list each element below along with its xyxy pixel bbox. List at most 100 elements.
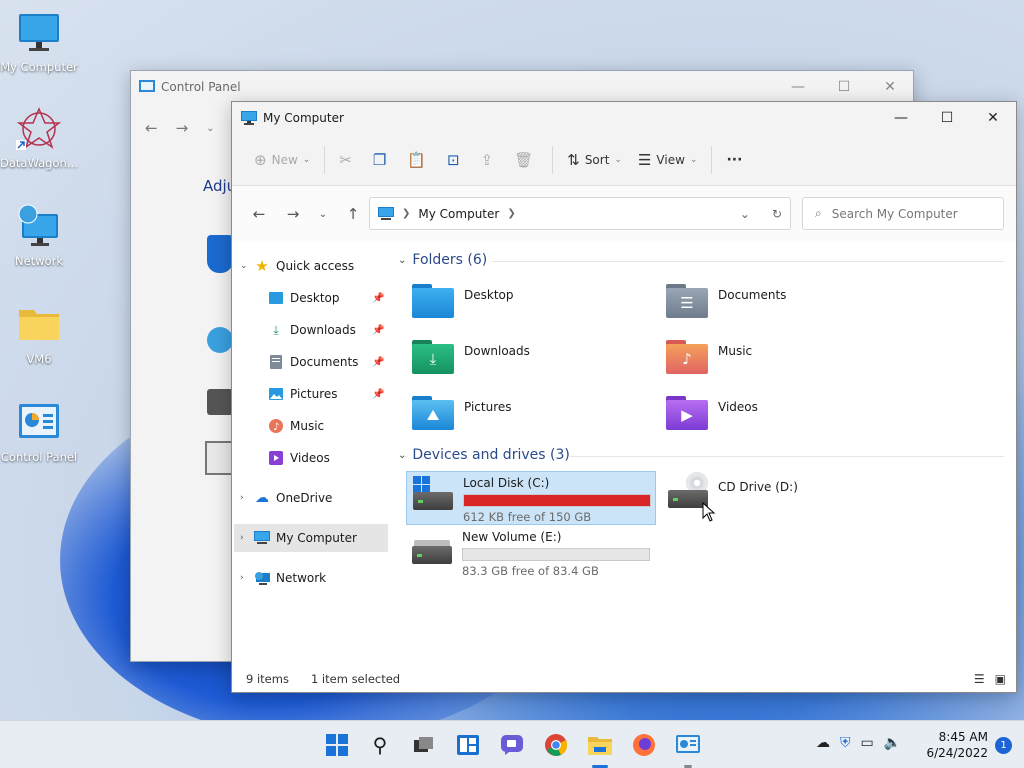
- search-box[interactable]: ⌕ Search My Computer: [802, 197, 1004, 230]
- collapsed-chevron-icon[interactable]: ›: [240, 533, 254, 543]
- tiles-view-icon[interactable]: ▣: [995, 672, 1006, 686]
- folder-icon: [16, 302, 62, 348]
- chat-button[interactable]: [498, 731, 526, 759]
- sidebar-item-pictures[interactable]: Pictures 📌: [268, 380, 392, 408]
- sidebar-item-network[interactable]: › Network: [240, 564, 326, 592]
- desktop-icon-datawagon[interactable]: DataWagon…: [0, 106, 78, 170]
- downloads-folder-icon: ⤓: [412, 338, 456, 374]
- folder-pictures[interactable]: ⛰ Pictures: [412, 394, 652, 440]
- close-button[interactable]: ✕: [867, 71, 913, 103]
- share-icon: ⇪: [480, 150, 494, 169]
- hard-drive-icon: [410, 528, 454, 572]
- sort-button[interactable]: ⇅ Sort ⌄: [559, 143, 630, 177]
- monitor-small-icon: [241, 111, 257, 125]
- firefox-button[interactable]: [630, 731, 658, 759]
- my-computer-window[interactable]: My Computer — ☐ ✕ ⊕ New ⌄ ✂ ❐ 📋 ⊡ ⇪ 🗑 ⇅ Sor…: [231, 101, 1017, 693]
- network-status-icon[interactable]: ▭: [861, 735, 874, 751]
- sidebar-item-documents[interactable]: Documents 📌: [268, 348, 392, 376]
- desktop-icon-vm6[interactable]: VM6: [0, 302, 78, 366]
- documents-folder-icon: ☰: [666, 282, 710, 318]
- pin-icon[interactable]: 📌: [372, 357, 384, 368]
- security-shield-icon[interactable]: ⛨: [840, 735, 851, 751]
- network-icon: [16, 204, 62, 250]
- breadcrumb-my-computer[interactable]: My Computer: [418, 207, 499, 221]
- folder-videos[interactable]: ▶ Videos: [666, 394, 906, 440]
- desktop-icon-network[interactable]: Network: [0, 204, 78, 268]
- paste-button[interactable]: 📋: [399, 143, 439, 177]
- task-view-button[interactable]: [410, 731, 438, 759]
- minimize-button[interactable]: —: [878, 102, 924, 134]
- file-explorer-icon: [588, 737, 612, 755]
- details-view-icon[interactable]: ☰: [974, 672, 985, 686]
- monitor-icon: [254, 530, 270, 546]
- recent-chevron-icon[interactable]: ⌄: [310, 209, 336, 220]
- shield-icon: [207, 235, 233, 273]
- close-button[interactable]: ✕: [970, 102, 1016, 134]
- rename-button[interactable]: ⊡: [439, 143, 473, 177]
- forward-arrow-icon[interactable]: →: [176, 119, 189, 137]
- maximize-button[interactable]: ☐: [821, 71, 867, 103]
- cut-button[interactable]: ✂: [331, 143, 365, 177]
- pin-icon[interactable]: 📌: [372, 293, 384, 304]
- widgets-button[interactable]: [454, 731, 482, 759]
- collapsed-chevron-icon[interactable]: ›: [240, 573, 254, 583]
- view-button[interactable]: ☰ View ⌄: [630, 143, 705, 177]
- up-arrow-icon[interactable]: ↑: [336, 205, 370, 223]
- folder-music[interactable]: ♪ Music: [666, 338, 906, 384]
- sort-arrows-icon: ⇅: [567, 150, 580, 169]
- folder-documents[interactable]: ☰ Documents: [666, 282, 906, 328]
- desktop-icon-control-panel[interactable]: Control Panel: [0, 400, 78, 464]
- sidebar-item-downloads[interactable]: ⤓ Downloads 📌: [268, 316, 392, 344]
- copy-button[interactable]: ❐: [365, 143, 399, 177]
- search-button[interactable]: ⚲: [366, 731, 394, 759]
- sidebar-item-my-computer[interactable]: › My Computer: [234, 524, 388, 552]
- sidebar-item-quick-access[interactable]: ⌄ ★ Quick access: [240, 252, 354, 280]
- monitor-small-icon: [378, 206, 394, 220]
- back-arrow-icon[interactable]: ←: [242, 205, 276, 223]
- minimize-button[interactable]: —: [775, 71, 821, 103]
- refresh-icon[interactable]: ↻: [772, 207, 782, 221]
- pin-icon[interactable]: 📌: [372, 389, 384, 400]
- expanded-chevron-icon[interactable]: ⌄: [240, 261, 254, 271]
- cloud-offline-icon[interactable]: ☁: [816, 735, 830, 751]
- delete-button[interactable]: 🗑: [506, 143, 546, 177]
- collapsed-chevron-icon[interactable]: ›: [240, 493, 254, 503]
- share-button[interactable]: ⇪: [473, 143, 507, 177]
- download-arrow-icon: ⤓: [273, 322, 279, 337]
- drive-new-volume-e[interactable]: New Volume (E:) 83.3 GB free of 83.4 GB: [410, 528, 660, 582]
- volume-icon[interactable]: 🔈: [884, 735, 901, 751]
- drive-usage-bar: [463, 494, 651, 507]
- folder-downloads[interactable]: ⤓ Downloads: [412, 338, 652, 384]
- folder-desktop[interactable]: Desktop: [412, 282, 652, 328]
- selection-count: 1 item selected: [310, 672, 401, 686]
- desktop-icon-my-computer[interactable]: My Computer: [0, 10, 78, 74]
- file-explorer-button[interactable]: [586, 731, 614, 759]
- more-options-button[interactable]: ···: [718, 143, 750, 177]
- drive-name: Local Disk (C:): [463, 476, 550, 490]
- chrome-button[interactable]: [542, 731, 570, 759]
- start-button[interactable]: [323, 731, 351, 759]
- drive-free-space: 612 KB free of 150 GB: [463, 510, 592, 524]
- desktop-folder-icon: [412, 282, 456, 318]
- folders-group-header[interactable]: ⌄ Folders (6): [398, 252, 487, 268]
- address-bar[interactable]: ❯ My Computer ❯ ⌄ ↻: [369, 197, 791, 230]
- new-button[interactable]: ⊕ New ⌄: [246, 143, 318, 177]
- back-arrow-icon[interactable]: ←: [145, 119, 158, 137]
- sidebar-item-music[interactable]: ♪ Music: [268, 412, 324, 440]
- notification-badge[interactable]: 1: [995, 737, 1012, 754]
- breadcrumb-chevron-icon[interactable]: ❯: [507, 208, 515, 219]
- document-icon: [268, 354, 284, 370]
- sidebar-item-onedrive[interactable]: › ☁ OneDrive: [240, 484, 332, 512]
- sidebar-item-desktop[interactable]: Desktop 📌: [268, 284, 392, 312]
- drives-group-header[interactable]: ⌄ Devices and drives (3): [398, 447, 570, 463]
- address-dropdown-icon[interactable]: ⌄: [740, 207, 750, 221]
- maximize-button[interactable]: ☐: [924, 102, 970, 134]
- control-panel-taskbar-button[interactable]: [674, 731, 702, 759]
- drive-local-disk-c[interactable]: Local Disk (C:) 612 KB free of 150 GB: [406, 471, 656, 525]
- clock[interactable]: 8:45 AM 6/24/2022: [926, 729, 988, 761]
- pin-icon[interactable]: 📌: [372, 325, 384, 336]
- forward-arrow-icon[interactable]: →: [276, 205, 310, 223]
- sidebar-item-videos[interactable]: Videos: [268, 444, 330, 472]
- chevron-down-icon[interactable]: ⌄: [206, 123, 214, 137]
- rename-icon: ⊡: [447, 150, 460, 169]
